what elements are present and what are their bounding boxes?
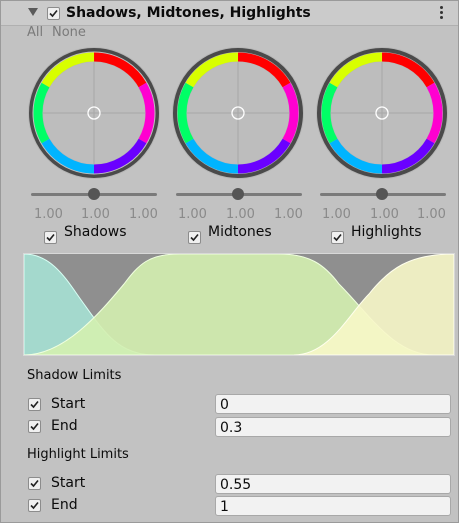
highlight-start-label: Start <box>51 475 86 491</box>
highlights-value-b: 1.00 <box>417 207 446 222</box>
range-curve-preview <box>23 253 455 356</box>
midtones-value-b: 1.00 <box>274 207 303 222</box>
shadow-end-field[interactable]: 0.3 <box>215 417 451 437</box>
highlight-start-checkbox[interactable] <box>28 477 41 490</box>
highlights-label: Highlights <box>351 224 422 240</box>
highlights-value-r: 1.00 <box>322 207 351 222</box>
panel-header[interactable]: Shadows, Midtones, Highlights <box>1 1 458 26</box>
kebab-menu-icon[interactable] <box>438 6 444 20</box>
shadow-start-field[interactable]: 0 <box>215 394 451 414</box>
shadows-color-wheel[interactable] <box>27 46 161 180</box>
highlight-end-label: End <box>51 497 78 513</box>
highlight-end-checkbox[interactable] <box>28 499 41 512</box>
highlight-start-field[interactable]: 0.55 <box>215 474 451 494</box>
highlights-slider-handle[interactable] <box>376 188 388 200</box>
select-none-button[interactable]: None <box>52 25 86 40</box>
enable-checkbox[interactable] <box>47 7 60 20</box>
smh-panel: Shadows, Midtones, Highlights All None 1… <box>0 0 459 523</box>
midtones-value-g: 1.00 <box>226 207 255 222</box>
select-all-button[interactable]: All <box>27 25 43 40</box>
midtones-value-r: 1.00 <box>178 207 207 222</box>
shadows-slider-handle[interactable] <box>88 188 100 200</box>
range-curve-graph <box>24 254 454 355</box>
shadow-end-label: End <box>51 418 78 434</box>
shadow-start-label: Start <box>51 396 86 412</box>
shadows-value-b: 1.00 <box>129 207 158 222</box>
shadow-end-checkbox[interactable] <box>28 420 41 433</box>
foldout-arrow-icon[interactable] <box>28 8 38 16</box>
midtones-label: Midtones <box>208 224 272 240</box>
panel-title: Shadows, Midtones, Highlights <box>66 5 311 21</box>
midtones-color-wheel[interactable] <box>171 46 305 180</box>
highlight-end-field[interactable]: 1 <box>215 496 451 516</box>
shadow-start-checkbox[interactable] <box>28 398 41 411</box>
highlights-color-wheel[interactable] <box>315 46 449 180</box>
midtones-checkbox[interactable] <box>188 231 201 244</box>
shadows-value-g: 1.00 <box>81 207 110 222</box>
highlights-value-g: 1.00 <box>370 207 399 222</box>
shadows-label: Shadows <box>64 224 127 240</box>
highlights-checkbox[interactable] <box>331 231 344 244</box>
shadows-value-r: 1.00 <box>34 207 63 222</box>
midtones-slider-handle[interactable] <box>232 188 244 200</box>
shadows-checkbox[interactable] <box>44 231 57 244</box>
highlight-limits-heading: Highlight Limits <box>27 447 129 462</box>
shadow-limits-heading: Shadow Limits <box>27 368 122 383</box>
